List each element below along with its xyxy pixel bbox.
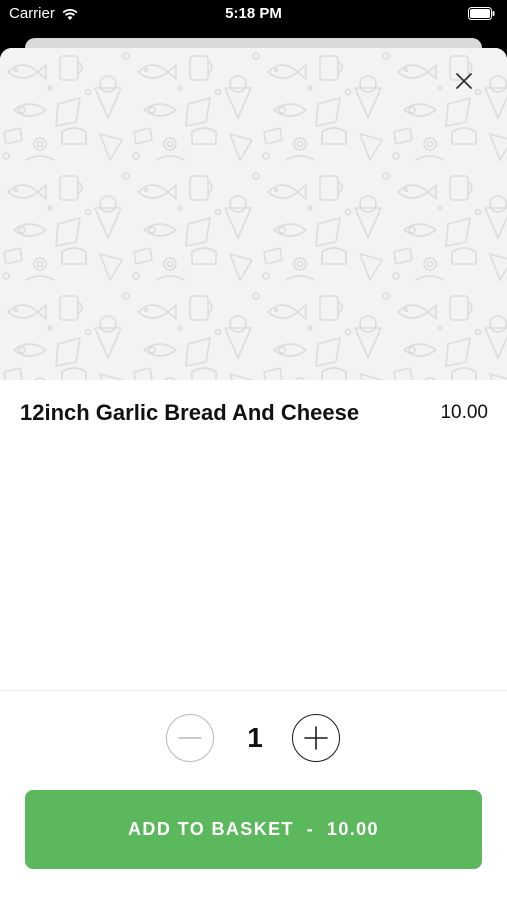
decrease-quantity-button[interactable] — [166, 714, 214, 762]
plus-icon — [304, 726, 328, 750]
increase-quantity-button[interactable] — [292, 714, 340, 762]
minus-icon — [178, 737, 202, 739]
add-to-basket-button[interactable]: ADD TO BASKET - 10.00 — [25, 790, 482, 869]
divider — [0, 690, 507, 691]
status-time: 5:18 PM — [225, 5, 282, 22]
quantity-value: 1 — [247, 722, 263, 753]
item-name: 12inch Garlic Bread And Cheese — [20, 400, 360, 425]
close-button[interactable] — [451, 68, 477, 94]
add-to-basket-separator: - — [293, 819, 327, 839]
item-image-placeholder — [0, 48, 507, 380]
item-header: 12inch Garlic Bread And Cheese 10.00 — [0, 388, 507, 438]
quantity-stepper: 1 — [0, 714, 507, 764]
status-bar: Carrier 5:18 PM — [0, 0, 507, 30]
close-icon — [456, 73, 472, 89]
add-to-basket-total: 10.00 — [326, 819, 379, 839]
add-to-basket-label: ADD TO BASKET — [128, 819, 294, 839]
item-detail-sheet: 12inch Garlic Bread And Cheese 10.00 1 A… — [0, 48, 507, 900]
battery-icon — [468, 7, 495, 24]
item-price: 10.00 — [440, 402, 488, 423]
